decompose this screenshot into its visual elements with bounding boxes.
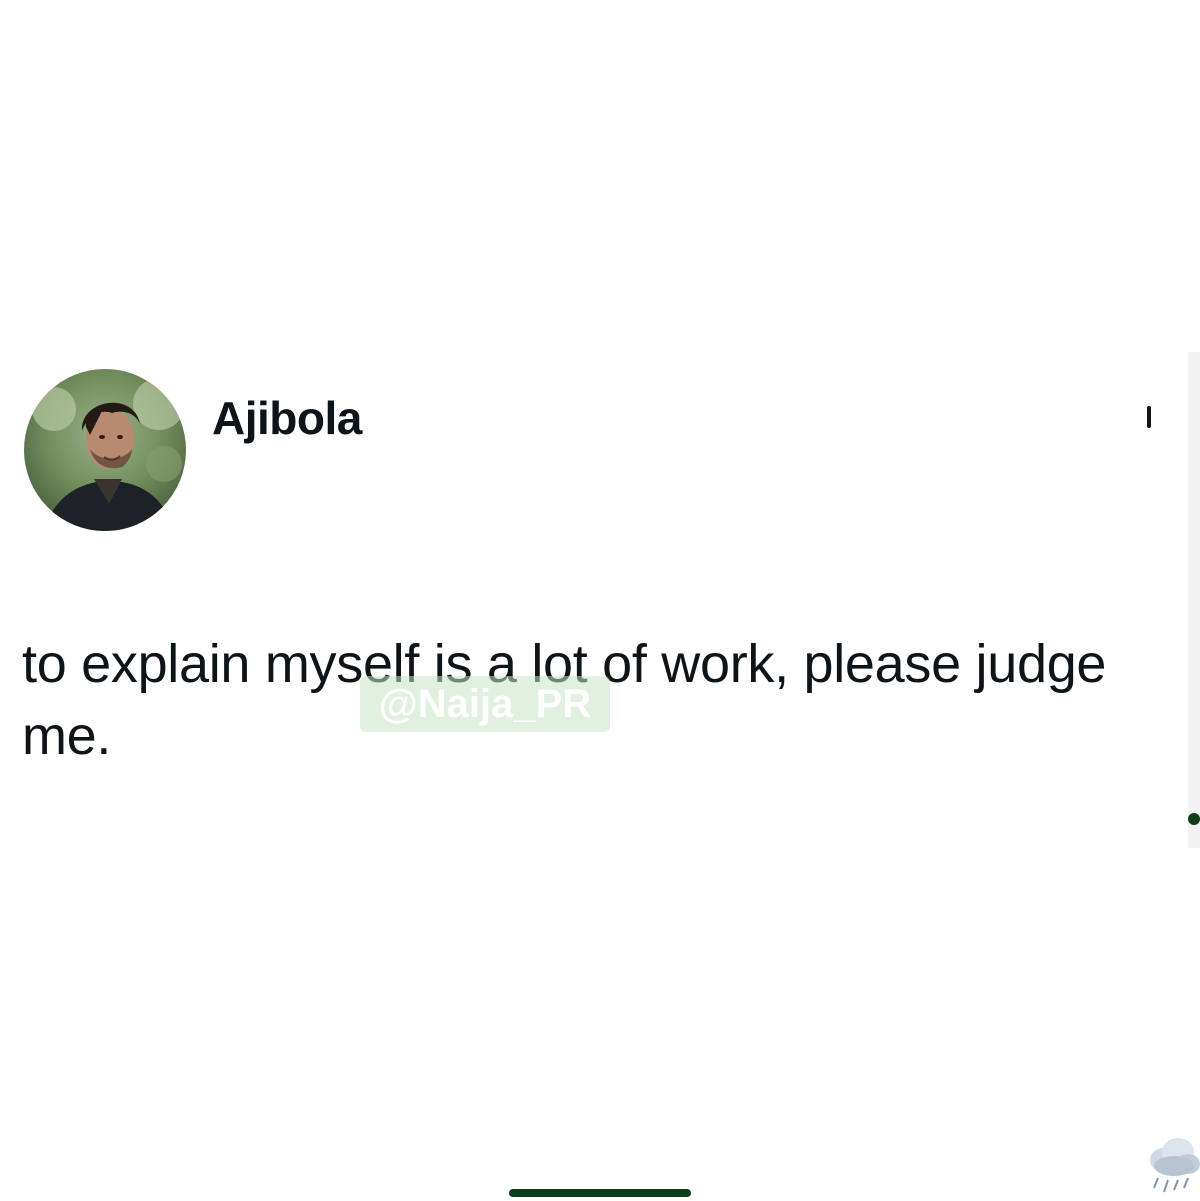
- display-name[interactable]: Ajibola: [212, 390, 362, 446]
- edge-mark: [1147, 406, 1151, 428]
- avatar-photo: [24, 369, 186, 531]
- edge-dot: [1188, 813, 1200, 825]
- scroll-track: [1188, 352, 1200, 848]
- home-indicator[interactable]: [509, 1189, 691, 1197]
- storm-cloud-icon: [1146, 1134, 1200, 1196]
- watermark: @Naija_PR: [360, 676, 610, 732]
- tweet-card: Ajibola to explain myself is a lot of wo…: [0, 0, 1200, 1200]
- avatar[interactable]: [24, 369, 186, 531]
